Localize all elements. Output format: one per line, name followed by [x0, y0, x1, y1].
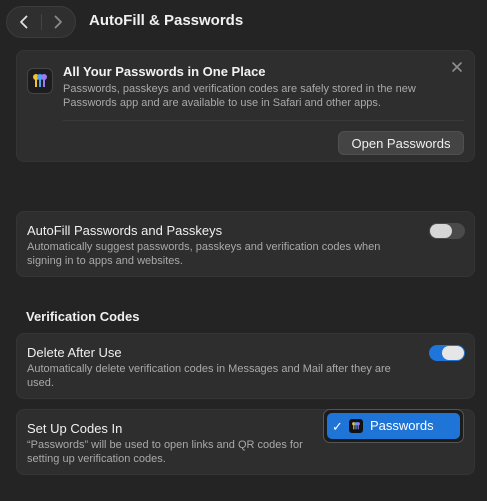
- close-icon: [452, 62, 462, 72]
- toggle-knob: [430, 224, 452, 238]
- passwords-app-icon: [349, 419, 363, 433]
- page-title: AutoFill & Passwords: [89, 12, 244, 29]
- toolbar: AutoFill & Passwords: [0, 0, 487, 44]
- autofill-title: AutoFill Passwords and Passkeys: [27, 223, 223, 238]
- forward-button[interactable]: [41, 7, 75, 37]
- chevron-right-icon: [54, 15, 62, 29]
- menu-item-label: Passwords: [370, 418, 434, 433]
- toggle-knob: [442, 346, 464, 360]
- delete-after-use-title: Delete After Use: [27, 345, 122, 360]
- autofill-row: AutoFill Passwords and Passkeys Automati…: [16, 211, 475, 277]
- promo-description: Passwords, passkeys and verification cod…: [63, 83, 416, 109]
- delete-after-use-toggle[interactable]: [429, 345, 465, 361]
- autofill-description: Automatically suggest passwords, passkey…: [27, 241, 381, 267]
- section-title-verification-codes: Verification Codes: [26, 309, 140, 324]
- passwords-app-icon: [27, 68, 53, 94]
- chevron-left-icon: [20, 15, 28, 29]
- delete-after-use-description: Automatically delete verification codes …: [27, 363, 391, 389]
- setup-codes-title: Set Up Codes In: [27, 421, 123, 436]
- autofill-toggle[interactable]: [429, 223, 465, 239]
- open-passwords-button[interactable]: Open Passwords: [338, 131, 464, 155]
- close-button[interactable]: [450, 60, 464, 74]
- promo-heading: All Your Passwords in One Place: [63, 64, 266, 79]
- passwords-promo-card: All Your Passwords in One Place Password…: [16, 50, 475, 162]
- setup-codes-popup-menu: ✓ Passwords: [323, 409, 464, 443]
- checkmark-icon: ✓: [332, 419, 343, 434]
- back-button[interactable]: [7, 7, 41, 37]
- menu-item-passwords[interactable]: ✓ Passwords: [327, 413, 460, 439]
- setup-codes-description: “Passwords” will be used to open links a…: [27, 439, 303, 465]
- nav-buttons: [6, 6, 76, 38]
- promo-divider: [63, 120, 464, 121]
- delete-after-use-row: Delete After Use Automatically delete ve…: [16, 333, 475, 399]
